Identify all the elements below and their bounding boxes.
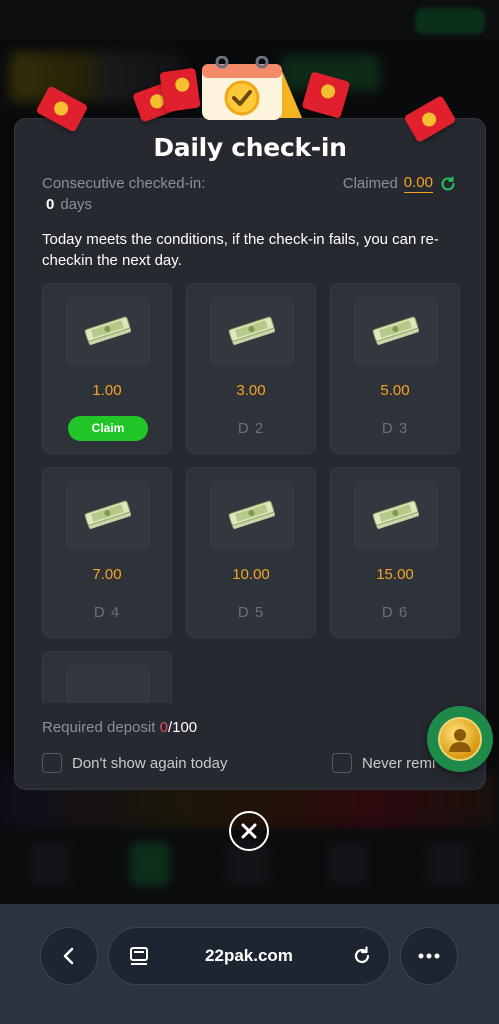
claimed-amount: 0.00	[403, 174, 433, 193]
never-remind-label: Never remi	[362, 754, 436, 772]
calendar-check-icon	[198, 55, 304, 122]
day-card-6[interactable]: 15.00 D 6	[330, 467, 460, 638]
day-label: D 5	[237, 604, 265, 621]
tabs-icon[interactable]	[129, 946, 149, 968]
day-label: D 3	[381, 420, 409, 437]
day-amount: 15.00	[376, 566, 414, 583]
day-amount: 5.00	[380, 382, 410, 399]
consecutive-value: 0 days	[46, 196, 92, 213]
daily-checkin-modal: Daily check-in Consecutive checked-in: 0…	[14, 118, 486, 790]
support-button[interactable]	[427, 706, 493, 772]
checkin-notice: Today meets the conditions, if the check…	[42, 231, 439, 269]
dont-show-today-option[interactable]: Don't show again today	[42, 753, 227, 773]
close-icon[interactable]	[229, 811, 269, 851]
browser-toolbar: 22pak.com	[0, 904, 499, 1024]
claim-button[interactable]: Claim	[68, 416, 148, 441]
dont-show-today-checkbox[interactable]	[42, 753, 62, 773]
required-deposit-total: /100	[167, 719, 198, 736]
required-deposit-current: 0	[159, 719, 168, 736]
day-card-5[interactable]: 10.00 D 5	[186, 467, 316, 638]
claimed-info: Claimed 0.00	[343, 174, 457, 193]
day-amount: 1.00	[92, 382, 122, 399]
never-remind-checkbox[interactable]	[332, 753, 352, 773]
consecutive-count: 0	[46, 196, 55, 213]
required-deposit-label: Required deposit	[42, 719, 156, 736]
reload-icon[interactable]	[351, 945, 373, 967]
day-card-7[interactable]	[42, 651, 172, 703]
refresh-icon[interactable]	[439, 175, 457, 193]
red-envelope-icon	[159, 67, 201, 113]
required-deposit: Required deposit 0/100	[42, 719, 197, 736]
dont-show-today-label: Don't show again today	[72, 754, 228, 772]
day-card-4[interactable]: 7.00 D 4	[42, 467, 172, 638]
claimed-label: Claimed	[342, 175, 398, 192]
day-label: D 4	[93, 604, 121, 621]
address-bar[interactable]: 22pak.com	[108, 927, 390, 985]
back-button[interactable]	[40, 927, 98, 985]
day-amount: 3.00	[236, 382, 266, 399]
day-label: D 6	[381, 604, 409, 621]
day-amount: 7.00	[92, 566, 122, 583]
money-stack-icon	[66, 296, 150, 366]
back-arrow-icon	[63, 947, 74, 965]
day-label: D 2	[237, 420, 265, 437]
money-stack-icon	[66, 480, 150, 550]
day-card-1[interactable]: 1.00 Claim	[42, 283, 172, 454]
money-stack-icon	[354, 296, 438, 366]
money-stack-icon	[66, 664, 150, 703]
money-stack-icon	[210, 480, 294, 550]
money-stack-icon	[354, 480, 438, 550]
more-button[interactable]	[400, 927, 458, 985]
support-agent-icon	[438, 717, 482, 761]
more-icon	[418, 953, 440, 959]
checkin-days-grid: 1.00 Claim 3.00 D 2 5.00 D 3 7.00 D 4 10…	[42, 283, 462, 703]
consecutive-label: Consecutive checked-in:	[42, 175, 206, 192]
url-text: 22pak.com	[205, 946, 293, 965]
day-amount: 10.00	[232, 566, 270, 583]
day-card-3[interactable]: 5.00 D 3	[330, 283, 460, 454]
consecutive-unit: days	[60, 196, 93, 213]
day-card-2[interactable]: 3.00 D 2	[186, 283, 316, 454]
money-stack-icon	[210, 296, 294, 366]
